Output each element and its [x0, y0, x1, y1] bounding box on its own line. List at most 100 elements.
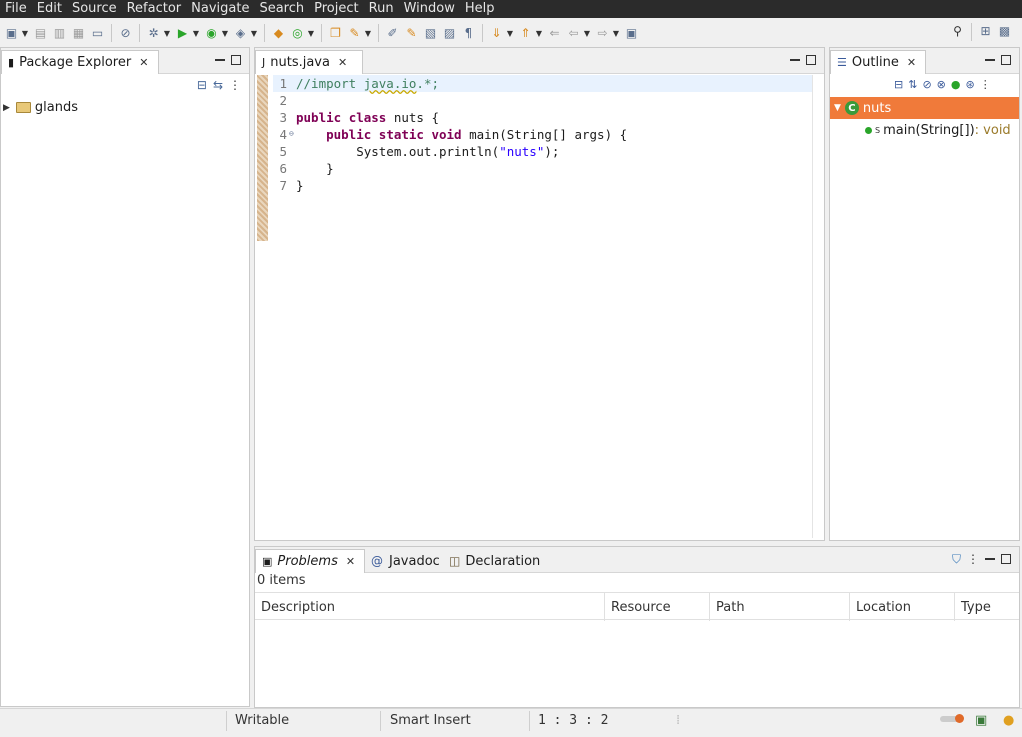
menu-file[interactable]: File — [0, 0, 32, 18]
open-type-icon[interactable]: ❐ — [328, 25, 344, 41]
binary-icon[interactable]: ▦ — [71, 25, 87, 41]
maximize-icon[interactable] — [231, 55, 241, 65]
new-icon[interactable]: ▣ — [4, 25, 20, 41]
column-type[interactable]: Type — [955, 593, 1019, 621]
external-tools-icon[interactable]: ◈ — [233, 25, 249, 41]
tip-bulb-icon[interactable]: ● — [1003, 713, 1014, 728]
tab-outline[interactable]: ☰ Outline ✕ — [830, 50, 926, 74]
close-icon[interactable]: ✕ — [139, 56, 148, 69]
collapse-all-icon[interactable]: ⊟ — [894, 78, 903, 91]
menu-run[interactable]: Run — [364, 0, 399, 18]
status-cursor-position: 1 : 3 : 2 — [538, 713, 609, 728]
new-dropdown-icon[interactable]: ▼ — [21, 25, 29, 41]
toggle-annotation-icon[interactable]: ✐ — [385, 25, 401, 41]
maximize-icon[interactable] — [1001, 554, 1011, 564]
column-resource[interactable]: Resource — [605, 593, 710, 621]
save-icon[interactable]: ▤ — [33, 25, 49, 41]
close-icon[interactable]: ✕ — [346, 555, 355, 568]
new-package-icon[interactable]: ◆ — [271, 25, 287, 41]
link-with-editor-icon[interactable]: ⇆ — [213, 78, 223, 92]
code-editor[interactable]: 1 //import java.io .*; 2 3 public class nut… — [273, 75, 812, 538]
minimize-icon[interactable] — [215, 59, 225, 61]
back-dropdown-icon[interactable]: ▼ — [583, 25, 591, 41]
search-icon[interactable]: ⚲ — [950, 23, 966, 39]
open-perspective-icon[interactable]: ⊞ — [978, 23, 994, 39]
search-tool-icon[interactable]: ✎ — [347, 25, 363, 41]
forward-icon[interactable]: ⇨ — [595, 25, 611, 41]
collapse-all-icon[interactable]: ⊟ — [197, 78, 207, 92]
forward-dropdown-icon[interactable]: ▼ — [612, 25, 620, 41]
tab-package-explorer[interactable]: ▮ Package Explorer ✕ — [1, 50, 159, 74]
menu-help[interactable]: Help — [460, 0, 500, 18]
hide-nonpublic-icon[interactable]: ● — [951, 78, 961, 91]
menu-refactor[interactable]: Refactor — [122, 0, 187, 18]
minimize-icon[interactable] — [790, 59, 800, 61]
run-icon[interactable]: ▶ — [175, 25, 191, 41]
sort-icon[interactable]: ⇅ — [908, 78, 917, 91]
skip-breakpoints-icon[interactable]: ⊘ — [118, 25, 134, 41]
terminal-icon[interactable]: ▭ — [90, 25, 106, 41]
debug-dropdown-icon[interactable]: ▼ — [163, 25, 171, 41]
tab-declaration[interactable]: ◫ Declaration — [449, 549, 540, 573]
tab-nuts-java[interactable]: J nuts.java ✕ — [255, 50, 363, 74]
problems-table-header: Description Resource Path Location Type — [255, 592, 1019, 621]
fold-icon[interactable]: ⊖ — [289, 129, 294, 138]
mark-occurrences-icon[interactable]: ✎ — [404, 25, 420, 41]
menu-navigate[interactable]: Navigate — [186, 0, 254, 18]
hide-static-icon[interactable]: ⊗ — [937, 78, 946, 91]
outline-class-item[interactable]: ▼ C nuts — [830, 97, 1019, 119]
column-description[interactable]: Description — [255, 593, 605, 621]
minimize-icon[interactable] — [985, 558, 995, 560]
external-tools-dropdown-icon[interactable]: ▼ — [250, 25, 258, 41]
block-selection-icon[interactable]: ▧ — [423, 25, 439, 41]
view-menu-icon[interactable]: ⋮ — [229, 78, 241, 92]
menu-search[interactable]: Search — [254, 0, 309, 18]
word-wrap-icon[interactable]: ▨ — [442, 25, 458, 41]
run-dropdown-icon[interactable]: ▼ — [192, 25, 200, 41]
new-class-dropdown-icon[interactable]: ▼ — [307, 25, 315, 41]
hide-local-types-icon[interactable]: ⊛ — [965, 78, 974, 91]
expand-icon[interactable]: ▶ — [3, 103, 10, 113]
menu-window[interactable]: Window — [399, 0, 460, 18]
pin-editor-icon[interactable]: ▣ — [624, 25, 640, 41]
column-location[interactable]: Location — [850, 593, 955, 621]
menu-edit[interactable]: Edit — [32, 0, 67, 18]
view-menu-icon[interactable]: ⋮ — [980, 78, 991, 91]
search-dropdown-icon[interactable]: ▼ — [364, 25, 372, 41]
java-file-icon: J — [262, 56, 266, 69]
close-icon[interactable]: ✕ — [338, 56, 347, 69]
new-class-icon[interactable]: ◎ — [290, 25, 306, 41]
close-icon[interactable]: ✕ — [907, 56, 916, 69]
line-number: 6 — [279, 161, 287, 176]
minimize-icon[interactable] — [985, 59, 995, 61]
hide-fields-icon[interactable]: ⊘ — [922, 78, 931, 91]
back-icon[interactable]: ⇦ — [566, 25, 582, 41]
last-edit-icon[interactable]: ⇐ — [547, 25, 563, 41]
maximize-icon[interactable] — [806, 55, 816, 65]
collapse-icon[interactable]: ▼ — [834, 103, 841, 113]
tree-item[interactable]: ▶ glands — [3, 100, 78, 115]
debug-icon[interactable]: ✲ — [146, 25, 162, 41]
view-menu-icon[interactable]: ⋮ — [967, 552, 979, 567]
java-perspective-icon[interactable]: ▩ — [997, 23, 1013, 39]
save-all-icon[interactable]: ▥ — [52, 25, 68, 41]
editor-scrollbar[interactable] — [812, 75, 824, 538]
menu-project[interactable]: Project — [309, 0, 363, 18]
line-number: 4 — [279, 127, 287, 142]
coverage-icon[interactable]: ◉ — [204, 25, 220, 41]
menu-source[interactable]: Source — [67, 0, 122, 18]
outline-method-item[interactable]: S main(String[]) : void — [865, 123, 1011, 138]
prev-annotation-dropdown-icon[interactable]: ▼ — [535, 25, 543, 41]
filter-icon[interactable]: ⛉ — [952, 552, 961, 567]
prev-annotation-icon[interactable]: ⇑ — [518, 25, 534, 41]
next-annotation-icon[interactable]: ⇓ — [489, 25, 505, 41]
tab-problems[interactable]: ▣ Problems ✕ — [255, 549, 365, 573]
column-path[interactable]: Path — [710, 593, 850, 621]
show-whitespace-icon[interactable]: ¶ — [461, 25, 477, 41]
background-tasks-icon[interactable]: ▣ — [975, 713, 987, 728]
next-annotation-dropdown-icon[interactable]: ▼ — [506, 25, 514, 41]
progress-icon[interactable] — [955, 714, 964, 723]
maximize-icon[interactable] — [1001, 55, 1011, 65]
coverage-dropdown-icon[interactable]: ▼ — [221, 25, 229, 41]
tab-javadoc[interactable]: @ Javadoc — [371, 549, 440, 573]
